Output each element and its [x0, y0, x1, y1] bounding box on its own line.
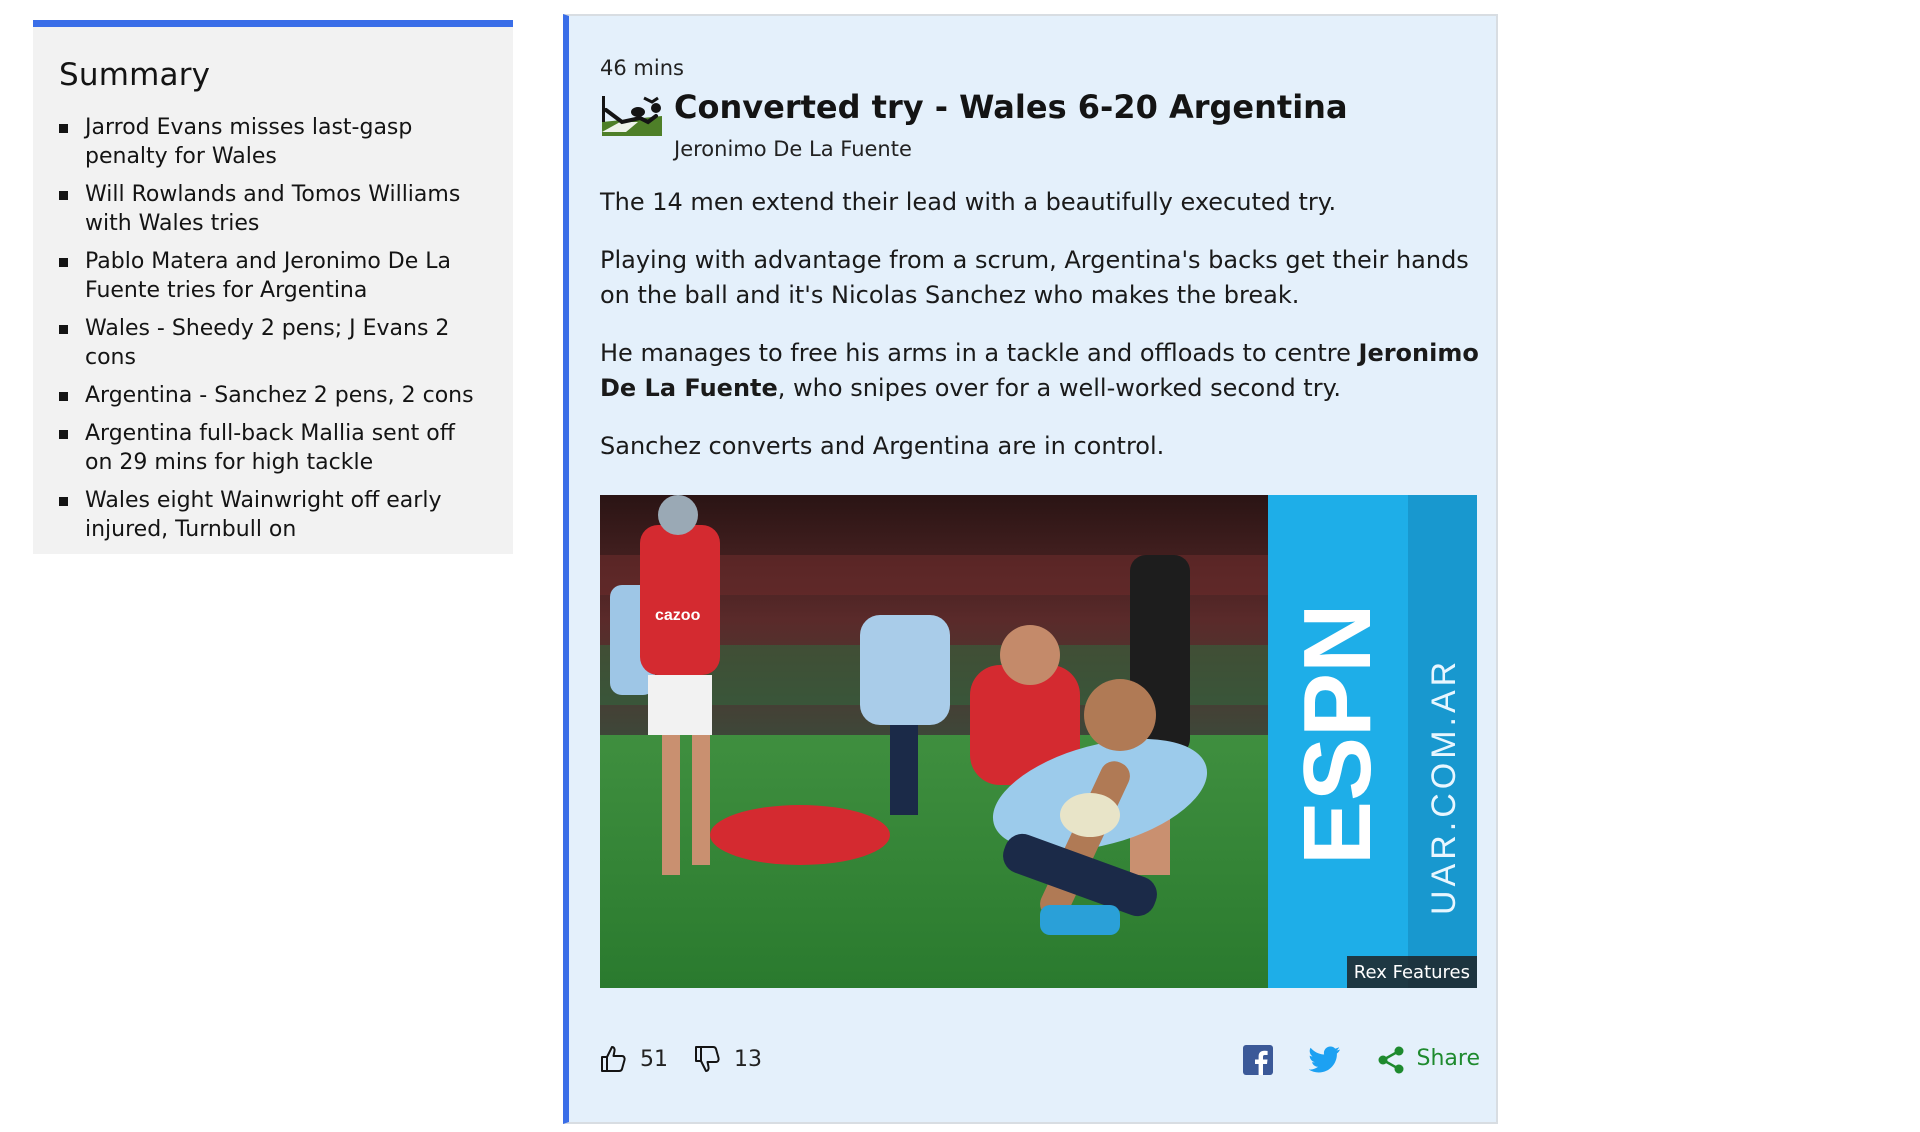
share-icon — [1378, 1046, 1403, 1074]
summary-item: Will Rowlands and Tomos Williams with Wa… — [59, 180, 487, 238]
post-image: ESPN UAR.COM.AR cazoo Rex Features — [600, 495, 1477, 988]
paragraph-text: He manages to free his arms in a tackle … — [600, 339, 1359, 367]
summary-item: Jarrod Evans misses last-gasp penalty fo… — [59, 113, 487, 171]
facebook-share-button[interactable] — [1242, 1045, 1273, 1075]
summary-panel: Summary Jarrod Evans misses last-gasp pe… — [33, 20, 513, 554]
thumbs-up-icon — [601, 1046, 626, 1072]
summary-item-text: Wales - Sheedy 2 pens; J Evans 2 cons — [85, 316, 450, 370]
like-count: 51 — [640, 1046, 668, 1072]
summary-item-text: Argentina full-back Mallia sent off on 2… — [85, 421, 455, 475]
summary-item: Wales - Sheedy 2 pens; J Evans 2 cons — [59, 314, 487, 372]
espn-board-text: ESPN — [1284, 604, 1391, 865]
summary-item-text: Jarrod Evans misses last-gasp penalty fo… — [85, 115, 413, 169]
summary-item-text: Will Rowlands and Tomos Williams with Wa… — [85, 182, 461, 236]
board-url-text: UAR.COM.AR — [1425, 658, 1463, 915]
summary-item-text: Argentina - Sanchez 2 pens, 2 cons — [85, 383, 474, 408]
bullet-icon — [59, 325, 68, 334]
post-actions: 51 13 Share — [600, 1039, 1480, 1089]
post-paragraph: He manages to free his arms in a tackle … — [600, 336, 1480, 406]
thumbs-down-icon — [695, 1046, 720, 1072]
facebook-icon — [1242, 1045, 1273, 1075]
converted-try-icon — [602, 96, 662, 136]
summary-item-text: Wales eight Wainwright off early injured… — [85, 488, 442, 542]
bullet-icon — [59, 258, 68, 267]
summary-item: Argentina - Sanchez 2 pens, 2 cons — [59, 381, 487, 410]
summary-item: Argentina full-back Mallia sent off on 2… — [59, 419, 487, 477]
rugby-try-photo: ESPN UAR.COM.AR cazoo — [600, 495, 1477, 988]
dislike-button[interactable]: 13 — [694, 1045, 762, 1073]
post-byline: Jeronimo De La Fuente — [674, 137, 912, 161]
twitter-icon — [1308, 1046, 1340, 1073]
post-body: The 14 men extend their lead with a beau… — [600, 185, 1480, 487]
bullet-icon — [59, 497, 68, 506]
bullet-icon — [59, 191, 68, 200]
post-headline: Converted try - Wales 6-20 Argentina — [674, 88, 1348, 126]
bullet-icon — [59, 430, 68, 439]
bullet-icon — [59, 392, 68, 401]
bullet-icon — [59, 124, 68, 133]
share-area: Share — [1207, 1045, 1481, 1075]
post-time: 46 mins — [600, 56, 684, 80]
summary-item-text: Pablo Matera and Jeronimo De La Fuente t… — [85, 249, 452, 303]
summary-list: Jarrod Evans misses last-gasp penalty fo… — [59, 113, 487, 544]
post-paragraph: Sanchez converts and Argentina are in co… — [600, 432, 1165, 460]
dislike-count: 13 — [734, 1046, 762, 1072]
twitter-share-button[interactable] — [1308, 1046, 1341, 1074]
share-button[interactable]: Share — [1377, 1046, 1481, 1074]
live-post: 46 mins Converted try - Wales 6-20 Argen… — [563, 14, 1498, 1124]
post-paragraph: Playing with advantage from a scrum, Arg… — [600, 246, 1469, 309]
post-paragraph: The 14 men extend their lead with a beau… — [600, 188, 1337, 216]
summary-title: Summary — [59, 57, 211, 93]
like-button[interactable]: 51 — [600, 1045, 668, 1073]
share-label: Share — [1416, 1046, 1481, 1071]
image-credit: Rex Features — [1346, 956, 1477, 988]
paragraph-text: , who snipes over for a well-worked seco… — [777, 374, 1341, 402]
summary-item: Pablo Matera and Jeronimo De La Fuente t… — [59, 247, 487, 305]
summary-item: Wales eight Wainwright off early injured… — [59, 486, 487, 544]
shirt-sponsor-text: cazoo — [655, 607, 701, 624]
